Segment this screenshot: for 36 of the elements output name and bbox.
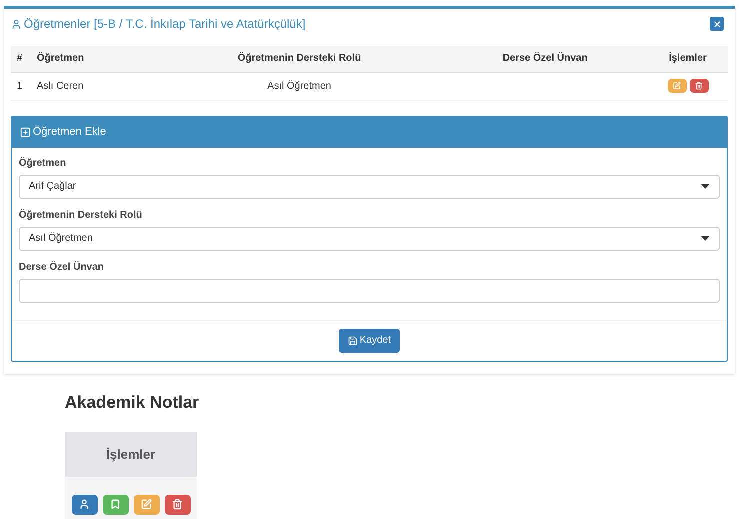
card-header: İşlemler — [106, 446, 156, 464]
column-header: İşlemler — [669, 53, 707, 64]
save-icon — [348, 336, 358, 346]
save-button[interactable]: Kaydet — [338, 328, 400, 352]
close-button[interactable] — [710, 17, 724, 31]
delete-button[interactable] — [690, 79, 708, 93]
field-label: Öğretmenin Dersteki Rolü — [19, 208, 144, 222]
select-field[interactable]: Asıl Öğretmen — [19, 226, 720, 250]
column-header: Derse Özel Ünvan — [502, 53, 588, 64]
input-field[interactable] — [19, 278, 720, 302]
bookmark-button[interactable] — [102, 494, 128, 514]
edit-icon — [141, 499, 152, 510]
caret-icon — [701, 236, 710, 241]
edit-icon — [673, 82, 681, 90]
table-cell: Aslı Ceren — [37, 80, 84, 92]
section-title: Akademik Notlar — [65, 392, 200, 414]
panel-title: Öğretmen Ekle — [33, 124, 106, 140]
teacher-button[interactable] — [72, 494, 98, 514]
table-cell: 1 — [17, 80, 23, 92]
trash-icon — [695, 82, 703, 90]
user-icon — [11, 18, 22, 30]
delete-button[interactable] — [164, 494, 190, 514]
user-icon — [79, 499, 90, 510]
select-field[interactable]: Arif Çağlar — [19, 174, 720, 198]
bookmark-icon — [110, 499, 121, 510]
table-cell: Asıl Öğretmen — [268, 80, 332, 92]
field-label: Derse Özel Ünvan — [19, 260, 106, 274]
trash-icon — [172, 499, 183, 510]
close-icon — [712, 20, 722, 28]
column-header: Öğretmenin Dersteki Rolü — [238, 53, 362, 64]
column-header: Öğretmen — [37, 53, 84, 64]
column-header: # — [17, 53, 23, 64]
field-label: Öğretmen — [19, 156, 68, 170]
caret-icon — [701, 184, 710, 189]
plus-icon — [20, 126, 31, 138]
modal-title: Öğretmenler [5-B / T.C. İnkılap Tarihi ve Atatürkçülük] — [24, 16, 306, 33]
